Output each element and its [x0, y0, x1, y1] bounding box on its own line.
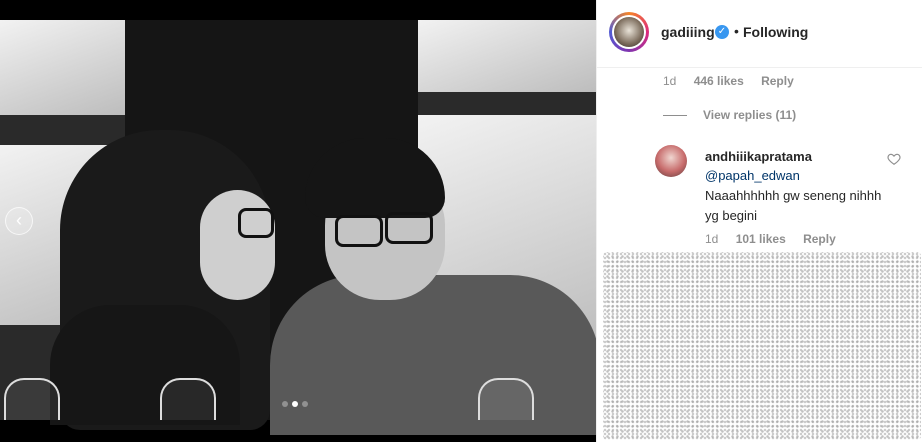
- verified-badge-icon: ✓: [715, 25, 729, 39]
- separator-dot: •: [734, 23, 739, 39]
- carousel-dot[interactable]: [282, 401, 288, 407]
- comment-body: Naaahhhhhh gw seneng nihhh yg begini: [705, 188, 882, 223]
- post-media: ‹: [0, 0, 596, 442]
- author-avatar[interactable]: [609, 12, 649, 52]
- view-replies-button[interactable]: View replies (11): [663, 108, 796, 122]
- comment-text: @papah_edwan Naaahhhhhh gw seneng nihhh …: [705, 166, 885, 226]
- comment-age: 1d: [705, 232, 719, 246]
- pixelated-content: [603, 252, 921, 440]
- comment-likes[interactable]: 446 likes: [694, 74, 744, 88]
- post-header: gadiiing ✓ • Following: [597, 0, 922, 68]
- author-username[interactable]: gadiiing: [661, 24, 715, 40]
- instagram-post-viewer: ‹ gadiiing ✓ • Following 1d 446 likes Re…: [0, 0, 922, 442]
- comment-age: 1d: [663, 74, 677, 88]
- comments-panel: gadiiing ✓ • Following 1d 446 likes Repl…: [596, 0, 922, 442]
- carousel-dot[interactable]: [302, 401, 308, 407]
- post-photo[interactable]: [0, 20, 596, 435]
- chevron-left-icon: ‹: [16, 210, 22, 230]
- comment-meta: 1d 101 likes Reply: [705, 232, 850, 246]
- comment-meta: 1d 446 likes Reply: [663, 74, 808, 88]
- heart-icon[interactable]: [887, 152, 901, 166]
- commenter-username[interactable]: andhiiikapratama: [705, 149, 812, 164]
- comment-likes[interactable]: 101 likes: [736, 232, 786, 246]
- following-button[interactable]: Following: [743, 24, 808, 40]
- carousel-prev-button[interactable]: ‹: [5, 207, 33, 235]
- person-right: [270, 275, 596, 435]
- reply-button[interactable]: Reply: [803, 232, 836, 246]
- carousel-dot-active[interactable]: [292, 401, 298, 407]
- carousel-indicator: [282, 401, 308, 407]
- commenter-avatar[interactable]: [655, 145, 687, 177]
- divider-line: [663, 115, 687, 117]
- mention-link[interactable]: @papah_edwan: [705, 168, 800, 183]
- reply-button[interactable]: Reply: [761, 74, 794, 88]
